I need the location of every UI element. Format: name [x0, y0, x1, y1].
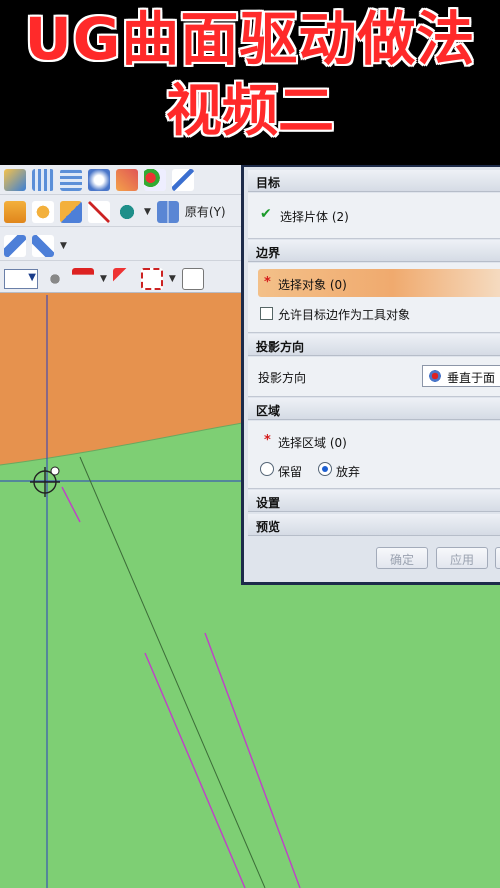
original-menu-label[interactable]: 原有(Y)	[185, 203, 226, 220]
title-line-2: 视频二	[166, 79, 334, 144]
discard-label: 放弃	[336, 465, 361, 479]
toolbar-area: ▼ 原有(Y) ▼ ▼ ▼	[0, 165, 242, 293]
paint-icon[interactable]	[116, 200, 138, 223]
check-icon: ✔	[260, 206, 272, 222]
section-projection-header[interactable]: 投影方向	[248, 334, 500, 356]
select-object-label: 选择对象 (0)	[278, 278, 347, 292]
boolean-icon[interactable]	[60, 200, 82, 223]
discard-radio[interactable]	[318, 462, 332, 476]
keep-radio[interactable]	[260, 462, 274, 476]
shape-2-icon[interactable]	[32, 234, 54, 257]
view-icon[interactable]	[181, 268, 204, 290]
dialog-button-bar: 确定 应用	[248, 537, 500, 582]
chevron-down-icon[interactable]: ▼	[100, 274, 107, 284]
toolbar-row-1	[0, 165, 242, 195]
diagonal-edge-1	[79, 456, 266, 888]
book-icon[interactable]	[156, 200, 179, 223]
chevron-down-icon[interactable]: ▼	[144, 207, 151, 217]
swept-icon[interactable]	[88, 168, 110, 191]
toolbar-row-3: ▼	[0, 231, 242, 261]
select-box-icon[interactable]	[140, 268, 163, 290]
required-star-icon: *	[264, 433, 271, 448]
select-region-label[interactable]: 选择区域 (0)	[278, 434, 347, 451]
projection-label: 投影方向	[258, 371, 307, 385]
shape-icon[interactable]	[4, 234, 26, 257]
title-line-1: UG曲面驱动做法	[24, 5, 476, 73]
section-region-body: * 选择区域 (0) 保留 放弃	[248, 421, 500, 489]
toolbar-row-4: ▼ ▼	[0, 264, 242, 294]
section-boundary-header[interactable]: 边界	[248, 240, 500, 262]
title-banner: UG曲面驱动做法 视频二	[0, 0, 500, 165]
apply-button[interactable]: 应用	[436, 547, 488, 569]
ok-button[interactable]: 确定	[376, 547, 428, 569]
section-region-header[interactable]: 区域	[248, 398, 500, 420]
surface-icon[interactable]	[4, 168, 26, 191]
filter-icon[interactable]	[72, 268, 94, 290]
filter-combo[interactable]	[4, 269, 38, 289]
chevron-down-icon[interactable]: ▼	[60, 241, 67, 251]
grid-surface-icon[interactable]	[60, 168, 82, 191]
projection-select[interactable]: 垂直于面	[422, 365, 500, 387]
section-target-header[interactable]: 目标	[248, 170, 500, 192]
magenta-curve-1	[61, 486, 81, 523]
pointer-icon[interactable]	[44, 268, 66, 290]
blend-icon[interactable]	[116, 168, 138, 191]
section-target-body: ✔ 选择片体 (2)	[248, 193, 500, 239]
section-settings-header[interactable]: 设置	[248, 490, 500, 512]
coord-icon[interactable]	[88, 200, 110, 223]
projection-value: 垂直于面	[447, 371, 496, 385]
snap-arrow-icon[interactable]	[112, 268, 135, 290]
allow-target-edge-label: 允许目标边作为工具对象	[278, 308, 411, 322]
section-boundary-body: * 选择对象 (0) 允许目标边作为工具对象	[248, 263, 500, 333]
normal-face-icon	[427, 369, 443, 383]
cube-array-icon[interactable]	[4, 200, 26, 223]
curve-icon[interactable]	[172, 168, 194, 191]
mesh-surface-icon[interactable]	[32, 168, 54, 191]
magenta-curve-3	[204, 632, 301, 888]
section-preview-header[interactable]: 预览	[248, 514, 500, 536]
trim-sheet-dialog: 目标 ✔ 选择片体 (2) 边界 * 选择对象 (0) 允许目标边作为工具对象 …	[241, 165, 500, 585]
chevron-down-icon[interactable]: ▼	[169, 274, 176, 284]
cancel-button[interactable]	[495, 547, 500, 569]
magenta-curve-2	[144, 652, 246, 888]
select-object-row[interactable]: * 选择对象 (0)	[258, 269, 500, 297]
required-star-icon: *	[264, 275, 271, 290]
snap-icon[interactable]	[144, 168, 166, 191]
keep-label: 保留	[278, 465, 303, 479]
cursor-crosshair-icon	[30, 466, 60, 497]
section-projection-body: 投影方向 垂直于面	[248, 357, 500, 397]
allow-target-edge-checkbox[interactable]	[260, 307, 273, 320]
cube-pattern-icon[interactable]	[32, 200, 54, 223]
select-sheet-label[interactable]: 选择片体 (2)	[280, 208, 349, 225]
toolbar-row-2: ▼ 原有(Y)	[0, 197, 242, 227]
